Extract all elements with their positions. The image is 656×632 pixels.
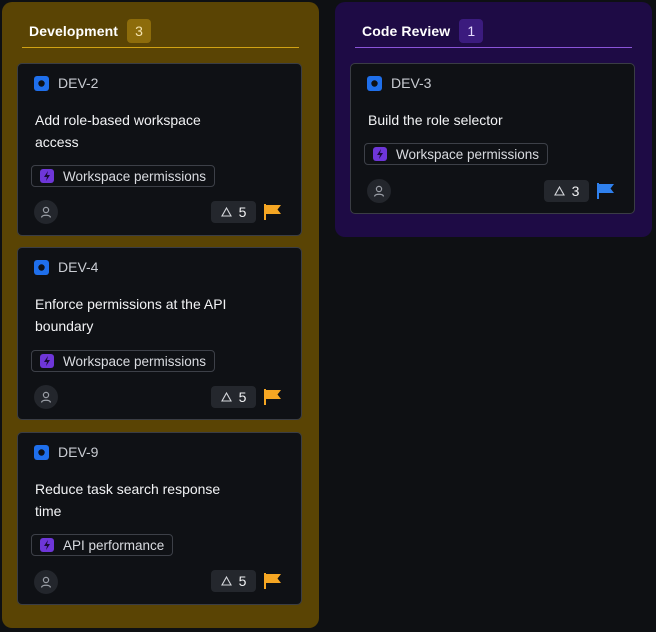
card-id-row: DEV-9 xyxy=(34,443,98,461)
column-count-badge: 1 xyxy=(459,18,484,43)
points-value: 3 xyxy=(571,183,580,199)
task-card[interactable]: DEV-3 Build the role selector Workspace … xyxy=(350,63,635,214)
tag-label: Workspace permissions xyxy=(396,146,540,162)
story-points[interactable]: 5 xyxy=(211,386,256,408)
task-icon xyxy=(34,75,49,91)
task-icon xyxy=(367,75,382,91)
card-id[interactable]: DEV-2 xyxy=(58,75,98,91)
points-value: 5 xyxy=(238,389,247,405)
tag-label: API performance xyxy=(63,537,165,553)
card-title: Enforce permissions at the API boundary xyxy=(35,296,227,334)
triangle-icon xyxy=(553,186,565,196)
card-id-row: DEV-2 xyxy=(34,74,98,92)
flag-icon[interactable] xyxy=(262,570,284,592)
lightning-icon xyxy=(40,354,54,368)
column-title: Code Review xyxy=(362,22,451,39)
task-card[interactable]: DEV-9 Reduce task search response time A… xyxy=(17,432,302,605)
story-points[interactable]: 3 xyxy=(544,180,589,202)
user-icon xyxy=(40,206,52,218)
lightning-icon xyxy=(40,169,54,183)
column-header[interactable]: Development 3 xyxy=(22,14,299,48)
triangle-icon xyxy=(220,207,232,217)
tag-label: Workspace permissions xyxy=(63,168,207,184)
story-points[interactable]: 5 xyxy=(211,570,256,592)
card-id[interactable]: DEV-9 xyxy=(58,444,98,460)
epic-tag[interactable]: Workspace permissions xyxy=(364,143,549,165)
assignee-avatar[interactable] xyxy=(34,200,58,224)
column-header[interactable]: Code Review 1 xyxy=(355,14,632,48)
points-value: 5 xyxy=(238,204,247,220)
card-id[interactable]: DEV-3 xyxy=(391,75,431,91)
card-id-row: DEV-3 xyxy=(367,74,431,92)
triangle-icon xyxy=(220,576,232,586)
user-icon xyxy=(373,185,385,197)
flag-icon[interactable] xyxy=(595,180,617,202)
story-points[interactable]: 5 xyxy=(211,201,256,223)
assignee-avatar[interactable] xyxy=(34,570,58,594)
epic-tag[interactable]: API performance xyxy=(31,534,174,556)
task-card[interactable]: DEV-2 Add role-based workspace access Wo… xyxy=(17,63,302,236)
card-id-row: DEV-4 xyxy=(34,258,98,276)
task-icon xyxy=(34,259,49,275)
card-id[interactable]: DEV-4 xyxy=(58,259,98,275)
card-title: Build the role selector xyxy=(368,112,503,128)
task-card[interactable]: DEV-4 Enforce permissions at the API bou… xyxy=(17,247,302,420)
points-value: 5 xyxy=(238,573,247,589)
tag-label: Workspace permissions xyxy=(63,353,207,369)
epic-tag[interactable]: Workspace permissions xyxy=(31,165,216,187)
task-icon xyxy=(34,444,49,460)
triangle-icon xyxy=(220,392,232,402)
column-title: Development xyxy=(29,22,119,39)
user-icon xyxy=(40,576,52,588)
column-code-review: Code Review 1 DEV-3 Build the role selec… xyxy=(335,2,652,237)
kanban-board: Development 3 DEV-2 Add role-based works… xyxy=(0,0,656,632)
user-icon xyxy=(40,391,52,403)
flag-icon[interactable] xyxy=(262,386,284,408)
column-development: Development 3 DEV-2 Add role-based works… xyxy=(2,2,319,628)
assignee-avatar[interactable] xyxy=(367,179,391,203)
card-title: Reduce task search response time xyxy=(35,481,221,519)
card-title: Add role-based workspace access xyxy=(35,112,201,150)
column-count-badge: 3 xyxy=(127,18,152,43)
lightning-icon xyxy=(373,147,387,161)
flag-icon[interactable] xyxy=(262,201,284,223)
lightning-icon xyxy=(40,538,54,552)
assignee-avatar[interactable] xyxy=(34,385,58,409)
epic-tag[interactable]: Workspace permissions xyxy=(31,350,216,372)
